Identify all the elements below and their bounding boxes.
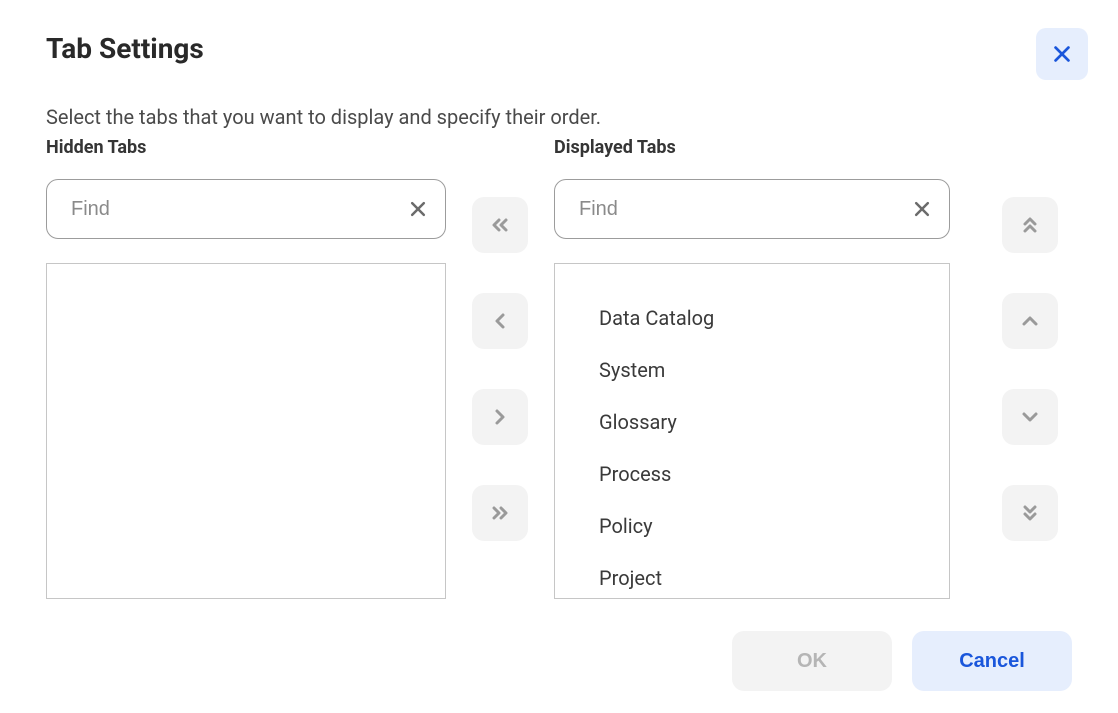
hidden-tabs-label: Hidden Tabs bbox=[46, 137, 446, 161]
list-item[interactable]: Glossary bbox=[555, 396, 949, 448]
clear-icon bbox=[912, 199, 932, 219]
move-up-button[interactable] bbox=[1002, 293, 1058, 349]
list-item[interactable]: Process bbox=[555, 448, 949, 500]
chevron-down-icon bbox=[1018, 405, 1042, 429]
displayed-tabs-listbox[interactable]: Data CatalogSystemGlossaryProcessPolicyP… bbox=[554, 263, 950, 599]
hidden-tabs-listbox[interactable] bbox=[46, 263, 446, 599]
displayed-search-clear[interactable] bbox=[908, 195, 936, 223]
cancel-button[interactable]: Cancel bbox=[912, 631, 1072, 691]
displayed-search-input[interactable] bbox=[554, 179, 950, 239]
move-down-button[interactable] bbox=[1002, 389, 1058, 445]
close-icon bbox=[1051, 43, 1073, 65]
dual-list-container: Hidden Tabs bbox=[46, 137, 1072, 599]
tab-settings-dialog: Tab Settings Select the tabs that you wa… bbox=[0, 0, 1118, 713]
hidden-search-clear[interactable] bbox=[404, 195, 432, 223]
move-all-left-button[interactable] bbox=[472, 197, 528, 253]
move-all-right-button[interactable] bbox=[472, 485, 528, 541]
ok-button[interactable]: OK bbox=[732, 631, 892, 691]
dialog-footer: OK Cancel bbox=[732, 631, 1072, 691]
hidden-search-wrapper bbox=[46, 179, 446, 239]
move-left-button[interactable] bbox=[472, 293, 528, 349]
displayed-search-wrapper bbox=[554, 179, 950, 239]
move-top-button[interactable] bbox=[1002, 197, 1058, 253]
double-chevron-down-icon bbox=[1018, 501, 1042, 525]
list-item[interactable]: Data Catalog bbox=[555, 292, 949, 344]
displayed-tabs-column: Displayed Tabs Data CatalogSystemGlossar… bbox=[554, 137, 950, 599]
double-chevron-up-icon bbox=[1018, 213, 1042, 237]
close-button[interactable] bbox=[1036, 28, 1088, 80]
double-chevron-left-icon bbox=[488, 213, 512, 237]
double-chevron-right-icon bbox=[488, 501, 512, 525]
chevron-up-icon bbox=[1018, 309, 1042, 333]
reorder-arrow-column bbox=[950, 137, 1058, 599]
clear-icon bbox=[408, 199, 428, 219]
list-item[interactable]: System bbox=[555, 344, 949, 396]
move-bottom-button[interactable] bbox=[1002, 485, 1058, 541]
hidden-tabs-column: Hidden Tabs bbox=[46, 137, 446, 599]
list-item[interactable]: Project bbox=[555, 552, 949, 599]
move-right-button[interactable] bbox=[472, 389, 528, 445]
instruction-text: Select the tabs that you want to display… bbox=[46, 105, 1072, 129]
hidden-search-input[interactable] bbox=[46, 179, 446, 239]
chevron-left-icon bbox=[488, 309, 512, 333]
move-arrow-column bbox=[446, 137, 554, 599]
list-item[interactable]: Policy bbox=[555, 500, 949, 552]
chevron-right-icon bbox=[488, 405, 512, 429]
dialog-title: Tab Settings bbox=[46, 32, 1072, 65]
displayed-tabs-label: Displayed Tabs bbox=[554, 137, 950, 161]
